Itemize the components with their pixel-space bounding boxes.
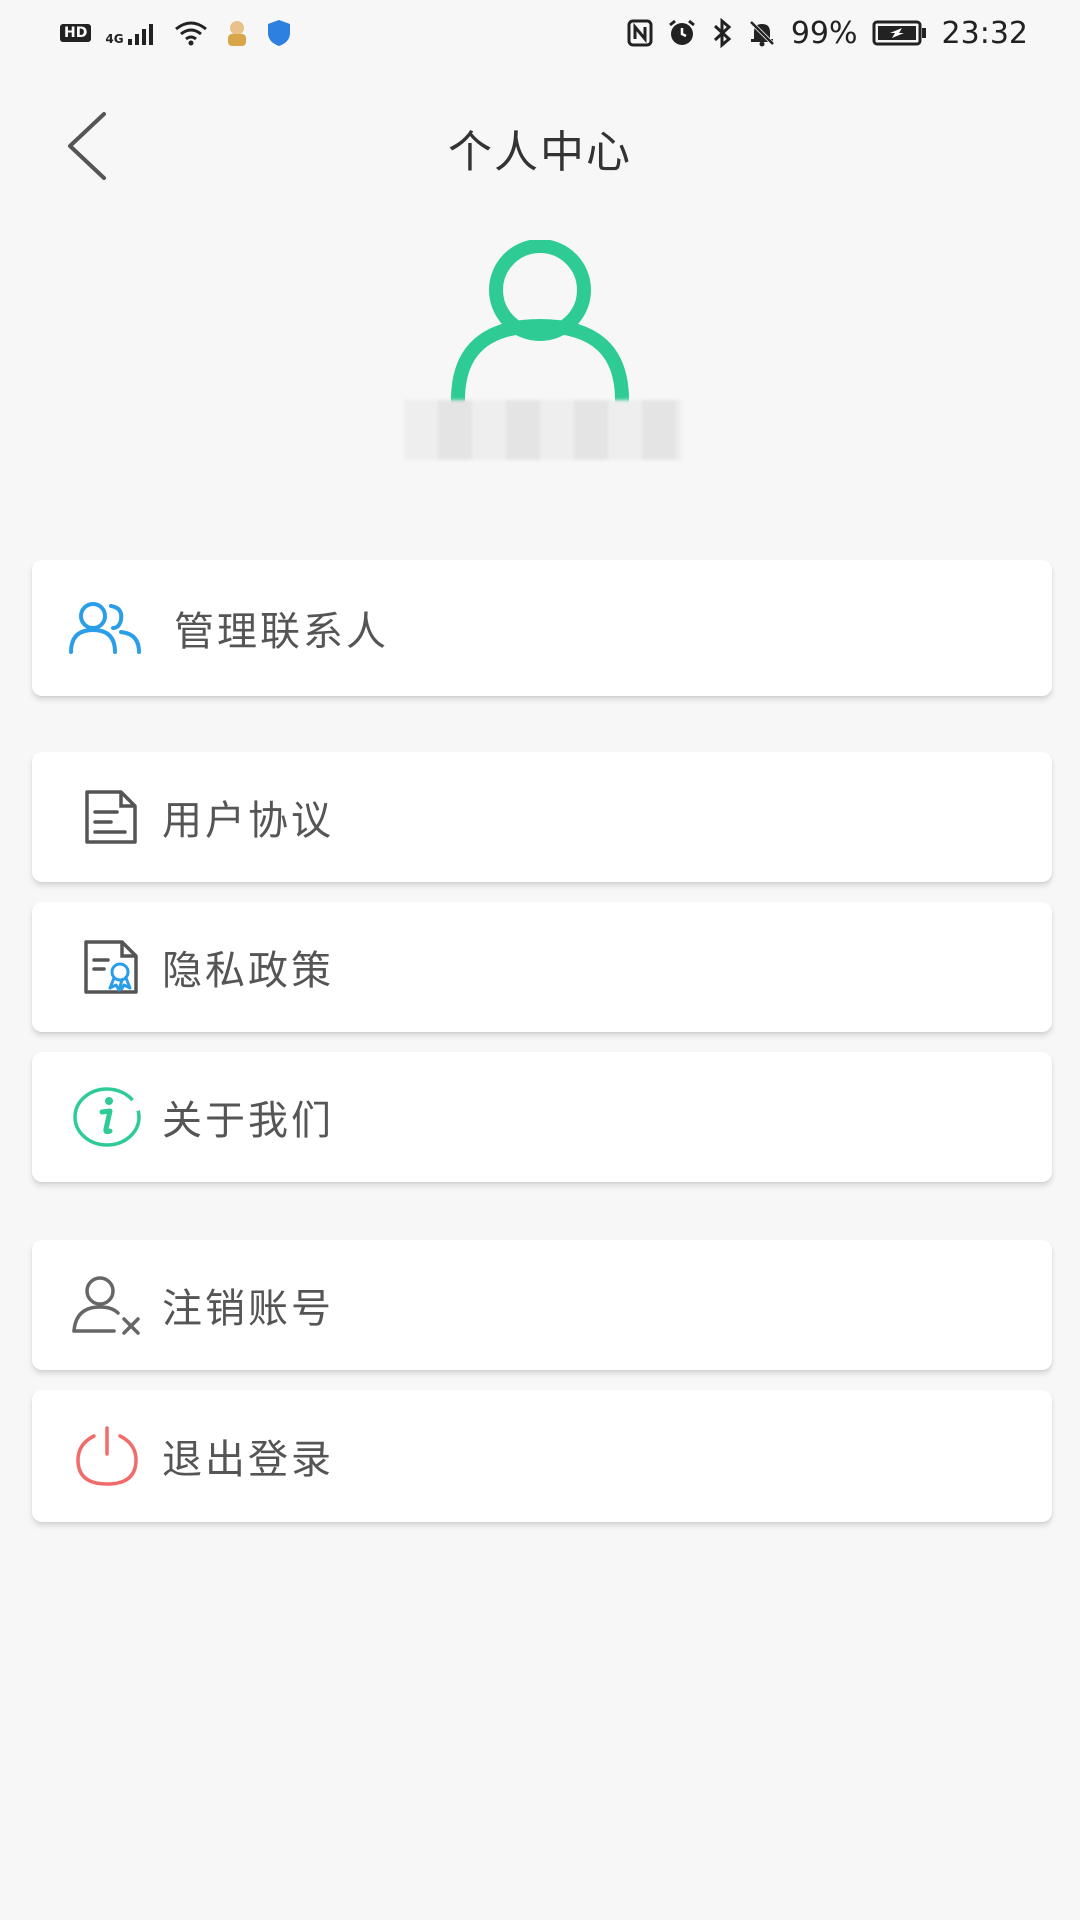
status-right: 99% 23:32 [627,16,1028,51]
info-icon [68,1078,146,1156]
app-notification-icon [222,18,252,48]
username [404,400,682,460]
avatar[interactable] [448,239,632,407]
profile-section [0,239,1080,480]
wifi-icon [174,20,208,46]
header: 个人中心 [0,90,1080,200]
menu-item-agreement[interactable]: 用户协议 [32,752,1052,882]
card-about: 关于我们 [32,1052,1052,1182]
power-icon [68,1417,146,1495]
menu-label-logout: 退出登录 [162,1437,334,1483]
menu-item-logout[interactable]: 退出登录 [32,1390,1052,1522]
menu-item-about[interactable]: 关于我们 [32,1052,1052,1182]
menu-item-contacts[interactable]: 管理联系人 [32,560,1052,696]
document-icon [72,778,150,856]
menu-label-agreement: 用户协议 [162,798,334,844]
card-privacy: 隐私政策 [32,902,1052,1032]
card-delete-account: 注销账号 [32,1240,1052,1370]
card-logout: 退出登录 [32,1390,1052,1522]
card-agreement: 用户协议 [32,752,1052,882]
contacts-icon [66,589,144,667]
network-type: 4G [105,32,124,46]
battery-percent: 99% [790,15,858,51]
user-remove-icon [68,1266,146,1344]
status-left: HD 4G [60,18,292,48]
certificate-icon [72,928,150,1006]
status-bar: HD 4G 99% 23:32 [0,0,1080,66]
menu-item-delete-account[interactable]: 注销账号 [32,1240,1052,1370]
alarm-icon [667,18,697,48]
menu-item-privacy[interactable]: 隐私政策 [32,902,1052,1032]
hd-badge: HD [60,24,92,42]
battery-icon [872,19,928,47]
nfc-icon [627,19,653,47]
user-avatar-icon [451,239,629,407]
signal-icon [127,21,160,45]
menu-label-contacts: 管理联系人 [174,609,389,655]
menu-label-delete-account: 注销账号 [162,1286,334,1332]
menu-label-privacy: 隐私政策 [162,948,334,994]
shield-icon [266,18,292,48]
page-title: 个人中心 [448,127,632,178]
bluetooth-icon [711,18,733,48]
clock-time: 23:32 [941,15,1028,51]
card-contacts: 管理联系人 [32,560,1052,696]
mute-bell-icon [747,18,777,48]
menu-label-about: 关于我们 [162,1098,334,1144]
